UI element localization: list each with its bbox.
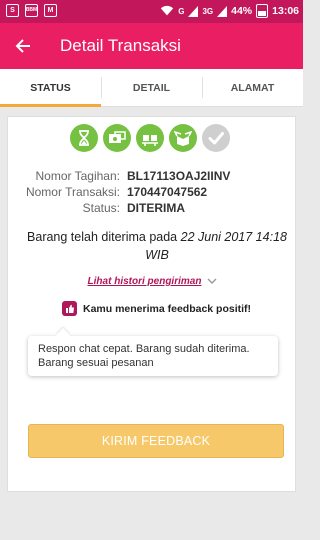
system-status-bar: S BBM M G 3G 44% 13:06 — [0, 0, 303, 23]
chevron-down-icon — [207, 278, 217, 284]
feedback-message: Respon chat cepat. Barang sudah diterima… — [28, 336, 278, 376]
notification-icons: S BBM M — [6, 4, 57, 17]
back-button[interactable] — [10, 33, 36, 59]
hourglass-icon — [79, 130, 89, 146]
status-row: Status: DITERIMA — [8, 200, 297, 216]
invoice-label: Nomor Tagihan: — [35, 169, 121, 183]
status-value: DITERIMA — [127, 201, 185, 215]
system-indicators: G 3G 44% 13:06 — [160, 4, 299, 18]
feedback-heading-text: Kamu menerima feedback positif! — [83, 302, 252, 315]
page-title: Detail Transaksi — [60, 36, 181, 55]
clock: 13:06 — [272, 5, 299, 17]
tab-status[interactable]: STATUS — [0, 69, 101, 107]
history-link-label: Lihat histori pengiriman — [87, 276, 202, 287]
transaction-value: 170447047562 — [127, 185, 208, 199]
signal-type-label: G — [178, 6, 185, 16]
status-label: Status: — [82, 201, 120, 215]
tab-detail[interactable]: DETAIL — [101, 69, 202, 106]
transaction-row: Nomor Transaksi: 170447047562 — [8, 184, 297, 200]
status-card: Nomor Tagihan: BL17113OAJ2IINV Nomor Tra… — [7, 116, 296, 492]
thumbs-up-icon — [62, 301, 77, 316]
battery-percent: 44% — [231, 5, 253, 17]
step-packing — [136, 124, 164, 152]
invoice-row: Nomor Tagihan: BL17113OAJ2IINV — [8, 168, 297, 184]
received-message: Barang telah diterima pada 22 Juni 2017 … — [22, 228, 292, 264]
payment-icon — [109, 131, 126, 143]
check-icon — [208, 132, 224, 145]
received-text: Barang telah diterima pada — [27, 230, 178, 244]
arrow-left-icon — [15, 39, 30, 53]
notification-m-icon: M — [44, 4, 57, 17]
progress-steps — [70, 124, 230, 152]
feedback-heading: Kamu menerima feedback positif! — [62, 301, 251, 316]
app-bar: Detail Transaksi — [0, 23, 303, 69]
battery-icon — [256, 4, 269, 18]
transaction-info: Nomor Tagihan: BL17113OAJ2IINV Nomor Tra… — [8, 168, 297, 216]
network-type-label: 3G — [202, 6, 214, 16]
packing-icon — [142, 135, 158, 146]
step-waiting — [70, 124, 98, 152]
signal-strength-icon — [188, 5, 199, 17]
step-completed — [202, 124, 230, 152]
send-feedback-button[interactable]: KIRIM FEEDBACK — [28, 424, 284, 458]
tab-bar: STATUS DETAIL ALAMAT — [0, 69, 303, 107]
tab-alamat[interactable]: ALAMAT — [202, 69, 303, 106]
step-payment — [103, 124, 131, 152]
history-link[interactable]: Lihat histori pengiriman — [8, 276, 297, 287]
notification-bbm-icon: BBM — [25, 4, 38, 17]
wifi-icon — [161, 5, 174, 16]
notification-s-icon: S — [6, 4, 19, 17]
invoice-value: BL17113OAJ2IINV — [127, 169, 231, 183]
signal-strength-2-icon — [217, 5, 228, 17]
step-shipping — [169, 124, 197, 152]
shipping-icon — [174, 130, 192, 146]
transaction-label: Nomor Transaksi: — [25, 185, 120, 199]
